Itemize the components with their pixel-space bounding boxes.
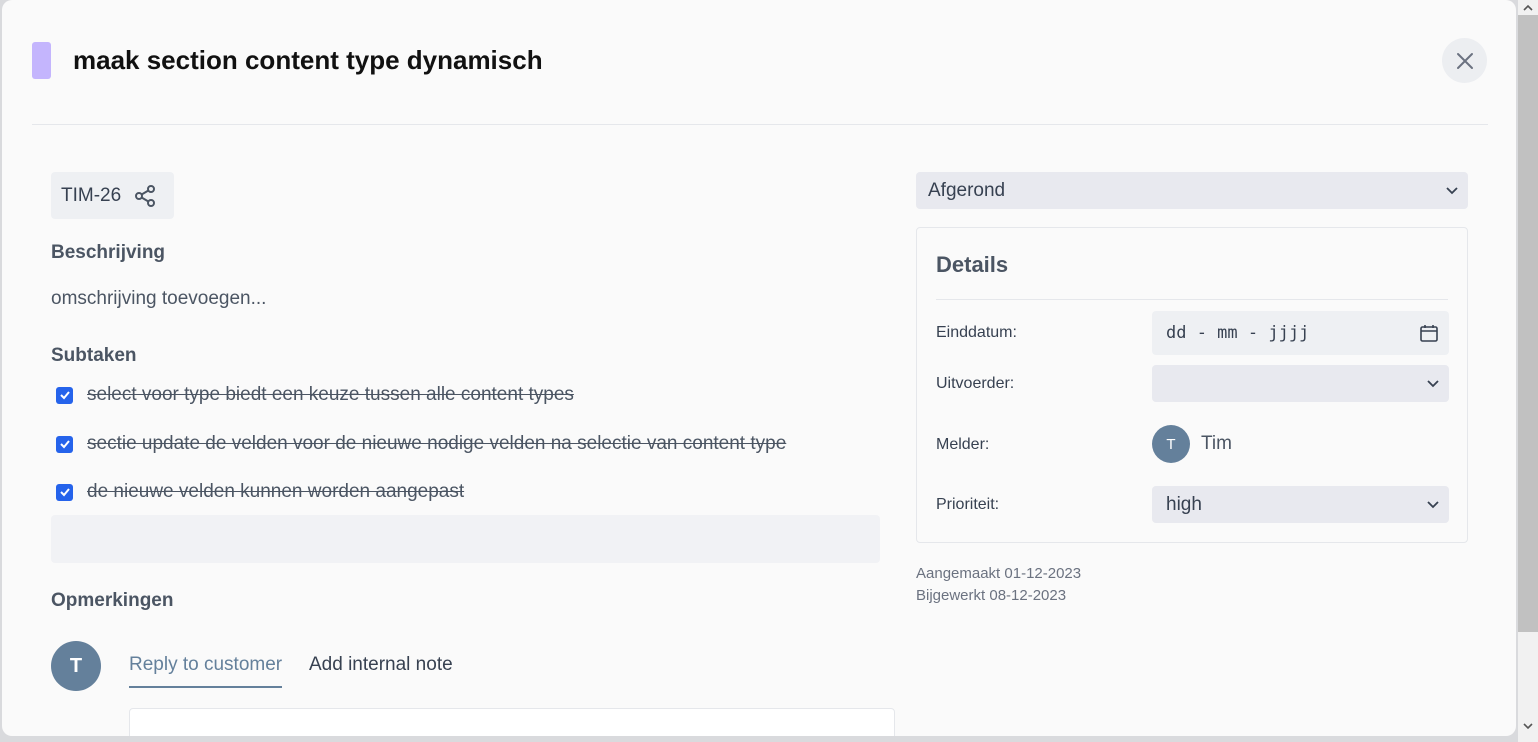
- task-title[interactable]: maak section content type dynamisch: [73, 45, 543, 76]
- close-icon: [1456, 52, 1473, 69]
- chevron-down-icon: [1427, 379, 1439, 387]
- check-icon: [59, 440, 70, 449]
- assignee-label: Uitvoerder:: [936, 375, 1015, 392]
- chevron-down-icon: [1427, 500, 1439, 508]
- modal-header: maak section content type dynamisch: [32, 0, 1488, 125]
- due-date-input[interactable]: dd - mm - jjjj: [1152, 311, 1449, 355]
- scroll-down-icon[interactable]: [1522, 720, 1534, 732]
- reporter-label: Melder:: [936, 436, 990, 453]
- scroll-up-icon[interactable]: [1522, 2, 1534, 14]
- tab-reply-to-customer[interactable]: Reply to customer: [129, 654, 283, 688]
- task-color-tag: [32, 42, 51, 79]
- subtask-item: sectie update de velden voor de nieuwe n…: [56, 433, 786, 455]
- assignee-select[interactable]: [1152, 365, 1449, 402]
- close-button[interactable]: [1442, 38, 1487, 83]
- subtask-checkbox[interactable]: [56, 386, 73, 404]
- subtask-text[interactable]: de nieuwe velden kunnen worden aangepast: [87, 481, 464, 503]
- reporter-avatar: T: [1152, 425, 1190, 463]
- scroll-thumb[interactable]: [1518, 15, 1538, 632]
- due-date-placeholder: dd - mm - jjjj: [1166, 323, 1310, 343]
- check-icon: [59, 391, 70, 400]
- priority-select[interactable]: high: [1152, 486, 1449, 523]
- subtask-checkbox[interactable]: [56, 435, 73, 453]
- tab-add-internal-note[interactable]: Add internal note: [309, 654, 453, 676]
- reporter: T Tim: [1152, 425, 1232, 463]
- chevron-down-icon: [1446, 186, 1458, 194]
- comments-label: Opmerkingen: [51, 590, 174, 611]
- comment-editor[interactable]: [129, 708, 895, 736]
- check-icon: [59, 488, 70, 497]
- subtask-text[interactable]: select voor type biedt een keuze tussen …: [87, 384, 574, 406]
- reporter-name: Tim: [1201, 433, 1232, 454]
- share-icon[interactable]: [133, 184, 157, 208]
- updated-date: Bijgewerkt 08-12-2023: [916, 587, 1067, 604]
- task-modal: maak section content type dynamisch TIM-…: [2, 0, 1516, 736]
- details-panel: Details Einddatum: dd - mm - jjjj Uitvoe…: [916, 227, 1468, 543]
- due-date-label: Einddatum:: [936, 324, 1017, 341]
- description-label: Beschrijving: [51, 242, 166, 263]
- description-field[interactable]: omschrijving toevoegen...: [51, 288, 266, 310]
- calendar-icon[interactable]: [1419, 323, 1439, 343]
- priority-label: Prioriteit:: [936, 496, 1000, 513]
- subtask-item: de nieuwe velden kunnen worden aangepast: [56, 481, 464, 503]
- status-value: Afgerond: [928, 179, 1006, 201]
- divider: [936, 299, 1448, 300]
- avatar: T: [51, 641, 101, 691]
- details-title: Details: [936, 252, 1009, 277]
- priority-value: high: [1166, 493, 1202, 515]
- status-select[interactable]: Afgerond: [916, 172, 1468, 209]
- created-date: Aangemaakt 01-12-2023: [916, 565, 1082, 582]
- subtask-checkbox[interactable]: [56, 483, 73, 501]
- subtasks-label: Subtaken: [51, 345, 137, 366]
- scrollbar[interactable]: [1518, 0, 1538, 742]
- new-subtask-input[interactable]: [51, 515, 880, 563]
- subtask-item: select voor type biedt een keuze tussen …: [56, 384, 574, 406]
- subtask-text[interactable]: sectie update de velden voor de nieuwe n…: [87, 433, 786, 455]
- ticket-id-badge[interactable]: TIM-26: [51, 172, 174, 219]
- ticket-id: TIM-26: [61, 184, 122, 206]
